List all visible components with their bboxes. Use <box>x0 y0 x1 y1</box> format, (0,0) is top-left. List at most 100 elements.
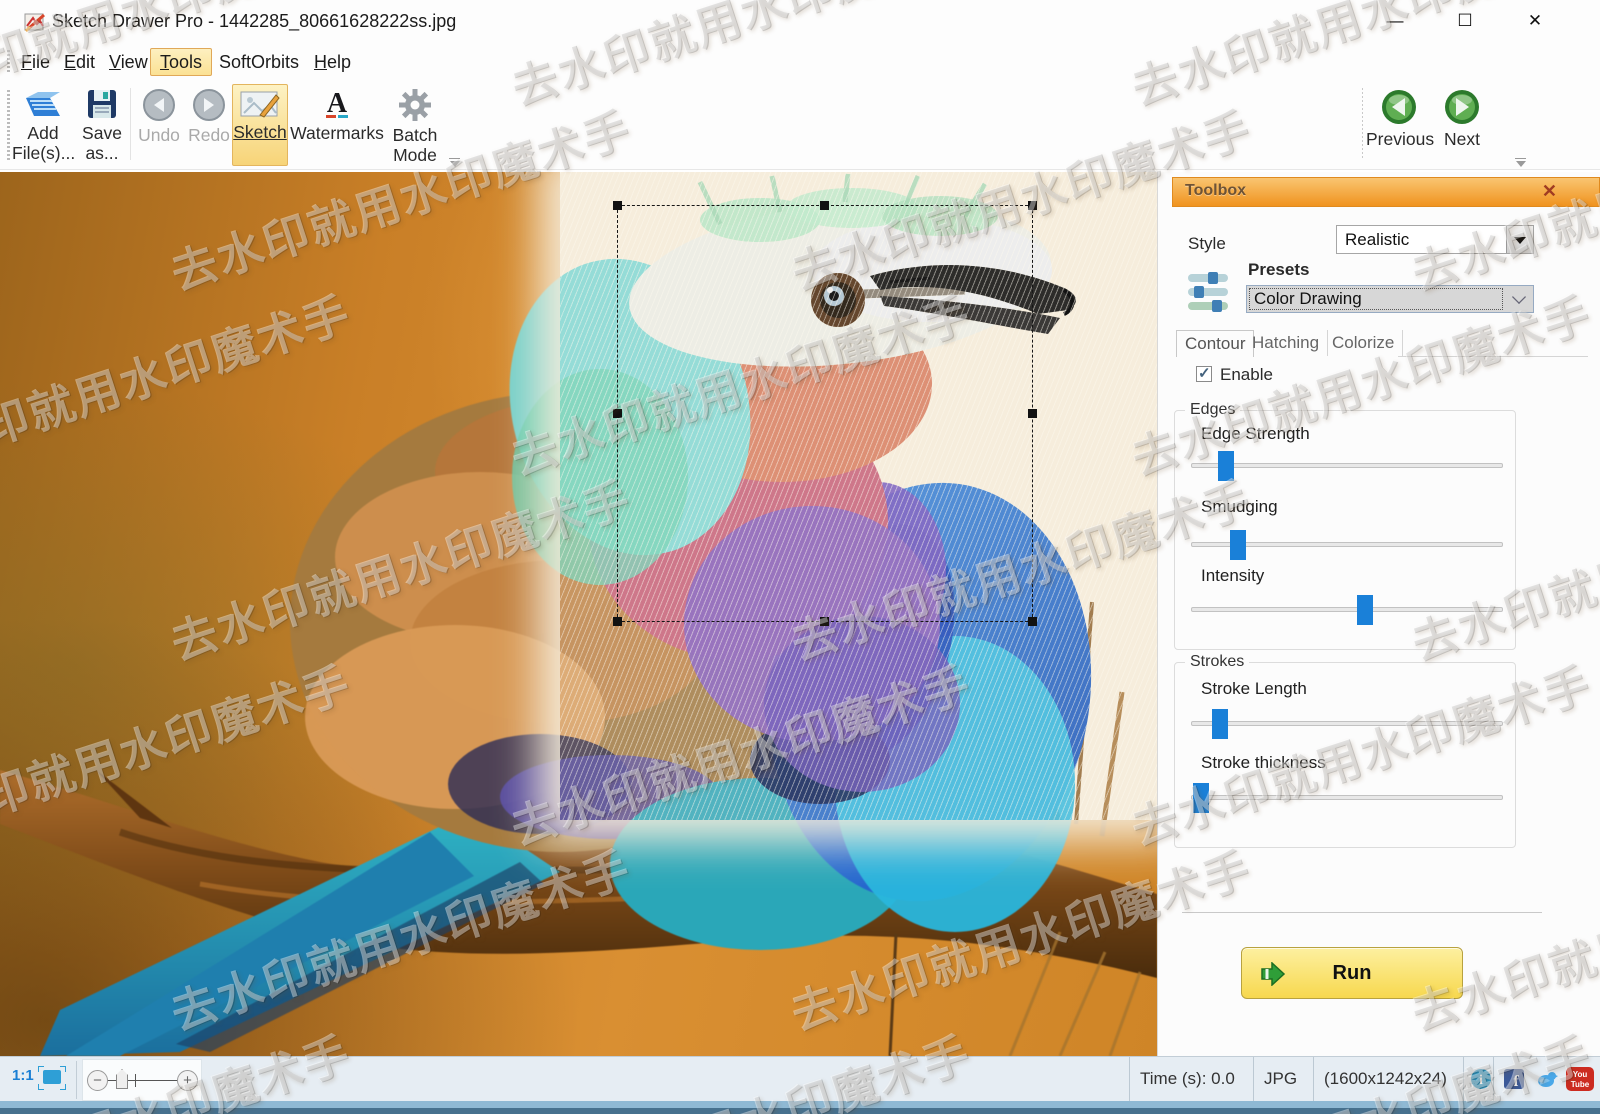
enable-label: Enable <box>1220 365 1273 385</box>
twitter-icon[interactable] <box>1536 1069 1558 1089</box>
tabs-baseline <box>1398 356 1588 357</box>
menubar-grip[interactable] <box>7 50 10 74</box>
statusbar-separator <box>76 1061 77 1099</box>
presets-value: Color Drawing <box>1254 289 1362 309</box>
selection-handle-sw[interactable] <box>613 617 622 626</box>
style-dropdown[interactable]: Realistic <box>1336 225 1534 254</box>
selection-handle-nw[interactable] <box>613 201 622 210</box>
selection-handle-w[interactable] <box>613 409 622 418</box>
add-files-icon <box>22 88 64 120</box>
fit-corner <box>38 1084 44 1090</box>
strokes-group: Strokes Stroke Length Stroke thickness <box>1174 662 1516 848</box>
menu-softorbits[interactable]: SoftOrbits <box>210 48 308 76</box>
batch-mode-button[interactable]: Batch Mode <box>388 84 442 165</box>
toolbar: Add File(s)... Save as... Undo Redo <box>0 80 1600 170</box>
save-as-label: Save as... <box>82 123 122 163</box>
tab-colorize[interactable]: Colorize <box>1324 330 1403 356</box>
zoom-slider[interactable]: − + <box>82 1059 202 1101</box>
stroke-thickness-slider[interactable] <box>1191 795 1503 800</box>
svg-text:i: i <box>1479 1073 1483 1088</box>
app-icon <box>24 12 46 32</box>
edges-legend: Edges <box>1185 401 1240 419</box>
save-as-button[interactable]: Save as... <box>78 84 126 163</box>
toolbar-separator-right <box>1362 88 1363 160</box>
image-canvas[interactable] <box>0 172 1157 1056</box>
edge-strength-thumb[interactable] <box>1218 451 1234 481</box>
status-bar: 1:1 − + Time (s): 0.0 JPG (1600x1242x24)… <box>0 1056 1600 1114</box>
watermarks-label: Watermarks <box>290 123 384 143</box>
fit-corner <box>60 1084 66 1090</box>
toolbar-right-overflow-icon[interactable] <box>1514 158 1528 168</box>
smudging-label: Smudging <box>1201 497 1278 517</box>
next-button[interactable]: Next <box>1438 84 1486 149</box>
batch-mode-gear-icon <box>398 88 432 122</box>
add-files-button[interactable]: Add File(s)... <box>12 84 74 163</box>
selection-handle-ne[interactable] <box>1028 201 1037 210</box>
zoom-out-button[interactable]: − <box>87 1070 108 1091</box>
stroke-length-slider[interactable] <box>1191 721 1503 726</box>
previous-button[interactable]: Previous <box>1366 84 1432 149</box>
toolbar-grip[interactable] <box>7 90 10 160</box>
info-cell: i <box>1463 1057 1493 1103</box>
title-bar: Sketch Drawer Pro - 1442285_80661628222s… <box>0 0 1600 44</box>
info-icon[interactable]: i <box>1470 1068 1492 1090</box>
run-arrow-icon <box>1260 962 1294 986</box>
toolbar-separator <box>130 88 131 160</box>
zoom-ratio-label: 1:1 <box>12 1067 34 1084</box>
next-label: Next <box>1444 129 1480 149</box>
minimize-button[interactable]: — <box>1378 6 1412 36</box>
sketch-button[interactable]: Sketch <box>232 84 288 166</box>
watermarks-button[interactable]: A Watermarks <box>290 84 384 143</box>
svg-text:Tube: Tube <box>1571 1080 1590 1089</box>
save-icon <box>86 88 118 120</box>
fit-to-window-button[interactable] <box>36 1065 68 1091</box>
zoom-in-button[interactable]: + <box>177 1070 198 1091</box>
statusbar-blue-strip <box>0 1101 1600 1108</box>
selection-handle-se[interactable] <box>1028 617 1037 626</box>
selection-handle-s[interactable] <box>820 617 829 626</box>
menu-tools[interactable]: Tools <box>150 48 212 76</box>
redo-button[interactable]: Redo <box>186 84 232 145</box>
intensity-thumb[interactable] <box>1357 595 1373 625</box>
selection-handle-n[interactable] <box>820 201 829 210</box>
toolbar-overflow-icon[interactable] <box>448 158 462 168</box>
enable-checkbox[interactable] <box>1196 366 1212 382</box>
redo-icon <box>192 88 226 122</box>
youtube-icon[interactable]: You Tube <box>1566 1067 1594 1091</box>
fit-icon <box>43 1070 61 1084</box>
menu-view[interactable]: View <box>100 48 157 76</box>
close-button[interactable]: ✕ <box>1518 6 1552 36</box>
toolbox-close-icon[interactable]: ✕ <box>1542 181 1557 202</box>
undo-button[interactable]: Undo <box>136 84 182 145</box>
dimensions-cell: (1600x1242x24) <box>1313 1057 1463 1103</box>
run-label: Run <box>1333 962 1372 984</box>
selection-handle-e[interactable] <box>1028 409 1037 418</box>
presets-chevron-icon[interactable] <box>1512 290 1526 304</box>
stroke-thickness-thumb[interactable] <box>1193 783 1209 813</box>
menu-bar: File Edit View Tools SoftOrbits Help <box>0 44 1600 80</box>
tab-hatching[interactable]: Hatching <box>1244 330 1328 356</box>
presets-combobox[interactable]: Color Drawing <box>1246 285 1534 313</box>
maximize-button[interactable]: ☐ <box>1448 6 1482 36</box>
stroke-length-thumb[interactable] <box>1212 709 1228 739</box>
edge-strength-slider[interactable] <box>1191 463 1503 468</box>
menu-file[interactable]: File <box>12 48 59 76</box>
menu-help[interactable]: Help <box>305 48 360 76</box>
tab-contour[interactable]: Contour <box>1176 330 1254 357</box>
selection-rectangle[interactable] <box>617 205 1033 622</box>
smudging-thumb[interactable] <box>1230 530 1246 560</box>
zoom-slider-tick <box>135 1074 136 1087</box>
style-value: Realistic <box>1345 230 1409 250</box>
smudging-slider[interactable] <box>1191 542 1503 547</box>
menu-edit[interactable]: Edit <box>55 48 104 76</box>
run-button[interactable]: Run <box>1241 947 1463 999</box>
undo-icon <box>142 88 176 122</box>
edges-group: Edges Edge Strength Smudging Intensity <box>1174 410 1516 650</box>
toolbox-header[interactable]: Toolbox ✕ <box>1172 177 1600 207</box>
svg-text:A: A <box>327 88 348 119</box>
zoom-slider-handle[interactable] <box>116 1069 128 1089</box>
intensity-slider[interactable] <box>1191 607 1503 612</box>
style-dropdown-arrow-icon[interactable] <box>1506 226 1533 253</box>
facebook-icon[interactable]: f <box>1504 1069 1524 1089</box>
redo-label: Redo <box>188 125 230 145</box>
